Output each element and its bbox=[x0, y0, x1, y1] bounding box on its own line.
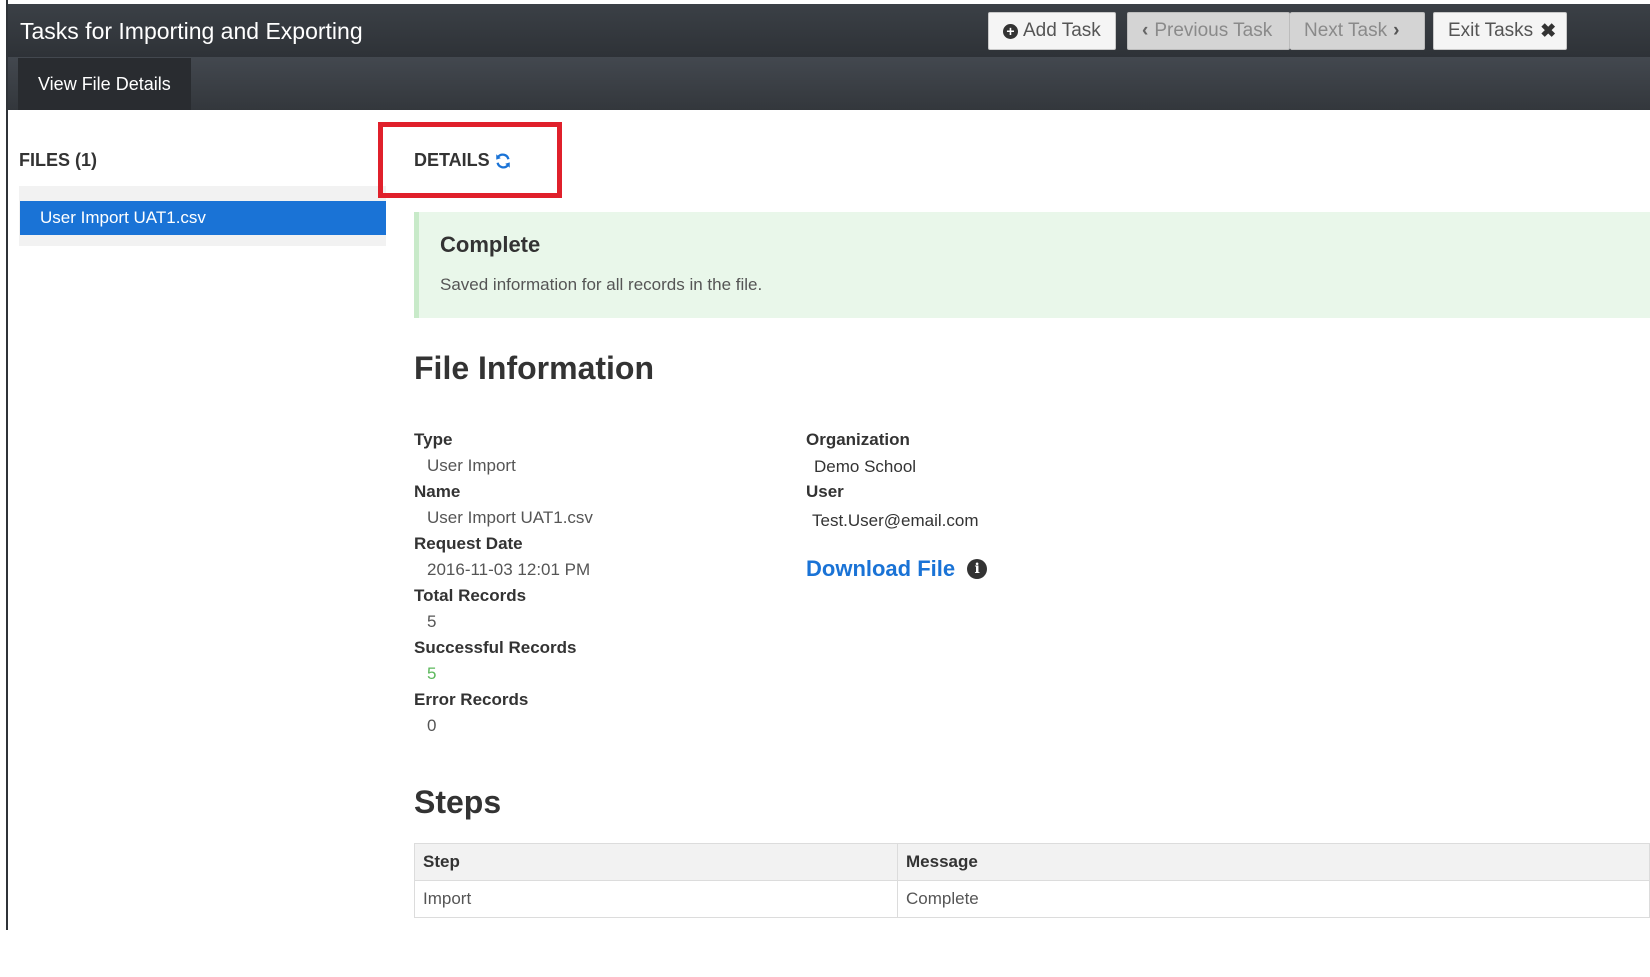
app-window: Tasks for Importing and Exporting + Add … bbox=[0, 0, 1650, 977]
steps-title: Steps bbox=[414, 784, 502, 820]
successful-records-value: 5 bbox=[427, 664, 437, 683]
plus-circle-icon: + bbox=[1003, 23, 1018, 39]
column-header-message: Message bbox=[897, 843, 1650, 881]
next-task-button[interactable]: Next Task › bbox=[1290, 12, 1425, 50]
details-title: DETAILS bbox=[414, 150, 490, 170]
type-label: Type bbox=[414, 430, 453, 449]
status-alert: Complete Saved information for all recor… bbox=[414, 212, 1650, 318]
error-records-value: 0 bbox=[427, 716, 437, 735]
step-cell: Import bbox=[414, 880, 898, 918]
request-date-value: 2016-11-03 12:01 PM bbox=[427, 560, 591, 579]
files-heading: FILES (1) bbox=[19, 150, 98, 170]
total-records-value: 5 bbox=[427, 612, 437, 631]
refresh-icon[interactable] bbox=[494, 152, 512, 170]
status-title: Complete bbox=[440, 232, 541, 257]
successful-records-label: Successful Records bbox=[414, 638, 577, 657]
close-icon: ✖ bbox=[1540, 20, 1557, 42]
table-header-row: Step Message bbox=[414, 843, 1650, 881]
user-value: Test.User@email.com bbox=[812, 511, 979, 530]
user-label: User bbox=[806, 482, 844, 501]
previous-task-label: Previous Task bbox=[1154, 20, 1273, 41]
column-header-step: Step bbox=[414, 843, 898, 881]
message-cell: Complete bbox=[897, 880, 1650, 918]
app-title: Tasks for Importing and Exporting bbox=[20, 18, 363, 44]
chevron-right-icon: › bbox=[1393, 20, 1400, 41]
details-heading: DETAILS bbox=[414, 150, 512, 171]
steps-table: Step Message Import Complete bbox=[414, 843, 1650, 918]
info-icon[interactable]: i bbox=[967, 559, 988, 579]
download-file-label: Download File bbox=[806, 556, 956, 581]
top-bar: Tasks for Importing and Exporting + Add … bbox=[8, 4, 1650, 57]
add-task-button[interactable]: + Add Task bbox=[988, 12, 1116, 50]
add-task-label: Add Task bbox=[1023, 20, 1101, 41]
exit-tasks-button[interactable]: Exit Tasks ✖ bbox=[1433, 12, 1567, 50]
window-border bbox=[6, 0, 8, 930]
sub-navigation: View File Details bbox=[8, 57, 1650, 110]
chevron-left-icon: ‹ bbox=[1142, 20, 1149, 41]
file-information-title: File Information bbox=[414, 350, 654, 386]
organization-label: Organization bbox=[806, 430, 910, 449]
organization-value: Demo School bbox=[814, 457, 917, 476]
table-row: Import Complete bbox=[414, 880, 1650, 918]
previous-task-button[interactable]: ‹ Previous Task bbox=[1127, 12, 1290, 50]
download-file-link[interactable]: Download File i bbox=[806, 556, 988, 582]
type-value: User Import bbox=[427, 456, 516, 475]
request-date-label: Request Date bbox=[414, 534, 523, 553]
name-label: Name bbox=[414, 482, 461, 501]
total-records-label: Total Records bbox=[414, 586, 527, 605]
status-message: Saved information for all records in the… bbox=[440, 275, 763, 294]
exit-tasks-label: Exit Tasks bbox=[1448, 20, 1534, 41]
tab-view-file-details[interactable]: View File Details bbox=[18, 58, 191, 110]
task-navigation-group: ‹ Previous Task Next Task › bbox=[1127, 12, 1425, 50]
next-task-label: Next Task bbox=[1304, 20, 1388, 41]
file-list-item[interactable]: User Import UAT1.csv bbox=[20, 201, 386, 235]
error-records-label: Error Records bbox=[414, 690, 529, 709]
name-value: User Import UAT1.csv bbox=[427, 508, 593, 527]
